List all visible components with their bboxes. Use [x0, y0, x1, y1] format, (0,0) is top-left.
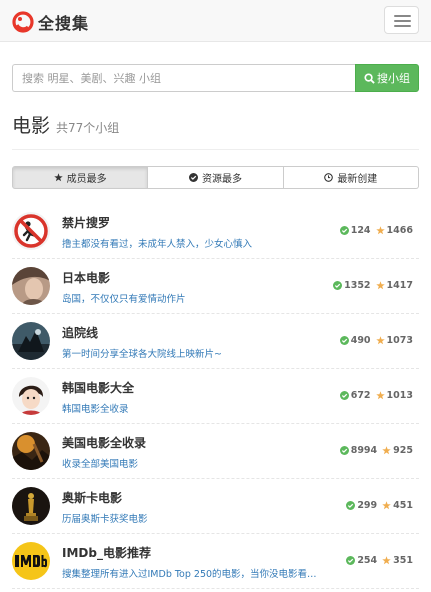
resource-count: 672 — [350, 390, 371, 401]
group-stats: 124 1466 — [339, 225, 413, 236]
page-title: 电影 — [12, 115, 51, 137]
group-stats: 299 451 — [346, 500, 413, 511]
imdb-logo-avatar — [12, 542, 50, 580]
hamburger-menu-icon — [394, 25, 411, 27]
movie-poster-avatar — [12, 322, 50, 360]
group-title[interactable]: 追院线 — [62, 324, 98, 341]
search-bar: 搜小组 — [12, 64, 419, 92]
search-button[interactable]: 搜小组 — [355, 64, 419, 92]
star-icon — [375, 391, 385, 400]
resource-count: 490 — [350, 335, 371, 346]
clock-icon — [324, 173, 334, 182]
star-icon — [382, 556, 391, 565]
check-circle-icon — [339, 336, 349, 345]
list-item[interactable]: 美国电影全收录 收录全部美国电影 8994 925 — [12, 424, 419, 479]
check-circle-icon — [339, 226, 349, 235]
brand-name: 全搜集 — [38, 14, 90, 33]
star-icon — [382, 446, 391, 455]
group-description: 岛国，不仅仅只有爱情动作片 — [62, 294, 186, 305]
member-count: 1013 — [386, 390, 413, 401]
member-count: 925 — [393, 445, 413, 456]
list-item[interactable]: 奥斯卡电影 历届奥斯卡获奖电影 299 451 — [12, 479, 419, 534]
list-item[interactable]: 日本电影 岛国，不仅仅只有爱情动作片 1352 1417 — [12, 259, 419, 314]
top-navbar: 全搜集 — [0, 0, 431, 42]
film-still-avatar — [12, 432, 50, 470]
cartoon-boy-avatar — [12, 377, 50, 415]
group-stats: 254 351 — [346, 555, 413, 566]
sort-tabs: 成员最多 资源最多 最新创建 — [12, 166, 419, 189]
group-description: 撸主都没有看过，未成年人禁入，少女心慎入 — [62, 239, 253, 250]
group-title[interactable]: 日本电影 — [62, 269, 110, 286]
portrait-avatar — [12, 267, 50, 305]
star-icon — [375, 336, 385, 345]
search-icon — [364, 72, 375, 84]
list-item[interactable]: 禁片搜罗 撸主都没有看过，未成年人禁入，少女心慎入 124 1466 — [12, 204, 419, 259]
no-entry-sign-avatar — [12, 212, 50, 250]
group-stats: 8994 925 — [339, 445, 413, 456]
member-count: 1466 — [386, 225, 413, 236]
group-description: 搜集整理所有进入过IMDb Top 250的电影，当你没电影看… — [62, 569, 317, 580]
brand-logo[interactable]: 全搜集 — [12, 10, 89, 34]
star-icon — [375, 281, 385, 290]
menu-toggle-button[interactable] — [384, 6, 419, 34]
tab-most-resources[interactable]: 资源最多 — [148, 166, 284, 189]
tab-label: 成员最多 — [66, 174, 107, 185]
check-circle-icon — [346, 556, 356, 565]
search-button-label: 搜小组 — [377, 72, 410, 85]
star-icon — [53, 173, 63, 182]
search-input[interactable] — [12, 64, 355, 92]
check-circle-icon — [333, 281, 343, 290]
group-title[interactable]: IMDb_电影推荐 — [62, 544, 151, 561]
list-item[interactable]: 韩国电影大全 韩国电影全收录 672 1013 — [12, 369, 419, 424]
tab-label: 资源最多 — [201, 174, 242, 185]
group-description: 韩国电影全收录 — [62, 404, 129, 415]
logo-icon — [12, 11, 34, 33]
group-list: 禁片搜罗 撸主都没有看过，未成年人禁入，少女心慎入 124 1466 日本电影 … — [12, 204, 419, 589]
member-count: 451 — [393, 500, 413, 511]
category-heading: 电影 共77个小组 — [12, 111, 119, 138]
member-count: 1073 — [386, 335, 413, 346]
check-circle-icon — [346, 501, 356, 510]
group-title[interactable]: 韩国电影大全 — [62, 379, 134, 396]
resource-count: 1352 — [344, 280, 371, 291]
group-count: 共77个小组 — [56, 121, 120, 135]
resource-count: 8994 — [350, 445, 378, 456]
group-title[interactable]: 美国电影全收录 — [62, 434, 146, 451]
check-circle-icon — [339, 446, 349, 455]
check-circle-icon — [188, 173, 198, 182]
star-icon — [382, 501, 391, 510]
divider — [12, 149, 419, 150]
member-count: 1417 — [386, 280, 413, 291]
resource-count: 254 — [357, 555, 378, 566]
list-item[interactable]: 追院线 第一时间分享全球各大院线上映新片~ 490 1073 — [12, 314, 419, 369]
group-stats: 1352 1417 — [333, 280, 413, 291]
oscar-statue-avatar — [12, 487, 50, 525]
group-description: 第一时间分享全球各大院线上映新片~ — [62, 349, 222, 360]
tab-most-members[interactable]: 成员最多 — [12, 166, 149, 189]
hamburger-menu-icon — [394, 15, 411, 17]
hamburger-menu-icon — [394, 20, 411, 22]
member-count: 351 — [393, 555, 413, 566]
resource-count: 124 — [350, 225, 371, 236]
group-title[interactable]: 禁片搜罗 — [62, 214, 110, 231]
resource-count: 299 — [357, 500, 378, 511]
tab-newest[interactable]: 最新创建 — [283, 166, 419, 189]
check-circle-icon — [339, 391, 349, 400]
star-icon — [375, 226, 385, 235]
tab-label: 最新创建 — [337, 174, 378, 185]
group-description: 历届奥斯卡获奖电影 — [62, 514, 148, 525]
list-item[interactable]: IMDb_电影推荐 搜集整理所有进入过IMDb Top 250的电影，当你没电影… — [12, 534, 419, 589]
group-description: 收录全部美国电影 — [62, 459, 139, 470]
group-title[interactable]: 奥斯卡电影 — [62, 489, 122, 506]
group-stats: 672 1013 — [339, 390, 413, 401]
group-stats: 490 1073 — [339, 335, 413, 346]
